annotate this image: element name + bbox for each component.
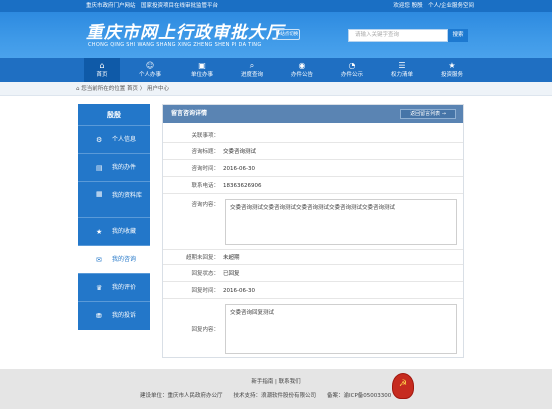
site-footer: 新手指南 | 联系我们 建设单位：重庆市人民政府办公厅 技术支持：浪潮软件股份有… bbox=[0, 369, 552, 409]
announcement-icon: ◉ bbox=[298, 61, 306, 70]
chat-icon: ◔ bbox=[348, 61, 356, 70]
field-label: 关联事项： bbox=[191, 133, 219, 139]
party-emblem-icon[interactable]: ☭ bbox=[392, 373, 414, 399]
top-bar: 重庆市政府门户网站 国家投资项目在线审批监管平台 欢迎您 殷殷 个人/企业服务空… bbox=[0, 0, 552, 12]
sidebar-username: 殷殷 bbox=[78, 104, 150, 126]
document-icon: ▤ bbox=[96, 164, 103, 172]
sidebar-item-personal-info[interactable]: ⚙ 个人信息 bbox=[78, 126, 150, 154]
top-links[interactable]: 重庆市政府门户网站 国家投资项目在线审批监管平台 bbox=[86, 0, 218, 12]
sidebar-item-my-library[interactable]: ▦ 我的资料库 bbox=[78, 182, 150, 218]
field-value: 18363626906 bbox=[223, 183, 262, 189]
folder-icon: ▦ bbox=[96, 190, 103, 198]
field-subject: 咨询标题： 交委咨询测试 bbox=[163, 145, 463, 160]
star-icon: ★ bbox=[448, 61, 456, 70]
nav-item-home[interactable]: ⌂ 首页 bbox=[84, 58, 120, 82]
consult-content-textarea[interactable]: 交委咨询测试交委咨询测试交委咨询测试交委咨询测试交委咨询测试 bbox=[225, 199, 457, 245]
field-value: 2016-06-30 bbox=[223, 166, 255, 172]
sidebar-item-label: 个人信息 bbox=[112, 136, 137, 143]
field-value: 已回复 bbox=[223, 271, 240, 277]
nav-label: 首页 bbox=[96, 72, 108, 78]
sidebar-item-label: 我的收藏 bbox=[112, 228, 137, 235]
footer-links[interactable]: 新手指南 | 联系我们 bbox=[0, 377, 552, 385]
user-welcome[interactable]: 欢迎您 殷殷 个人/企业服务空间 bbox=[393, 0, 474, 12]
sidebar-item-label: 我的评价 bbox=[112, 284, 137, 291]
nav-item-progress[interactable]: ⌕ 进度查询 bbox=[234, 58, 270, 82]
home-icon: ⌂ bbox=[76, 86, 80, 92]
field-consult-content: 咨询内容： 交委咨询测试交委咨询测试交委咨询测试交委咨询测试交委咨询测试 bbox=[163, 196, 463, 250]
site-title[interactable]: 重庆市网上行政审批大厅 bbox=[86, 18, 284, 43]
field-label: 咨询标题： bbox=[191, 149, 219, 155]
trophy-icon: ♛ bbox=[96, 284, 103, 292]
sidebar-item-my-consult[interactable]: ✉ 我的咨询 bbox=[78, 246, 150, 274]
nav-label: 个人办事 bbox=[138, 72, 161, 78]
list-icon: ☰ bbox=[398, 61, 406, 70]
nav-label: 单位办事 bbox=[190, 72, 213, 78]
field-value: 未超期 bbox=[223, 255, 240, 261]
search-input[interactable]: 请输入关键字查询 bbox=[348, 29, 448, 42]
home-icon: ⌂ bbox=[99, 61, 105, 70]
nav-item-announcement[interactable]: ◉ 办件公告 bbox=[284, 58, 320, 82]
breadcrumb-prefix: 您当前所在的位置 bbox=[81, 86, 126, 92]
footer-info: 建设单位：重庆市人民政府办公厅 技术支持：浪潮软件股份有限公司 备案：渝ICP备… bbox=[140, 393, 392, 399]
user-sidebar: 殷殷 ⚙ 个人信息 ▤ 我的办件 ▦ 我的资料库 ★ 我的收藏 ✉ 我的咨询 ♛… bbox=[78, 104, 150, 330]
field-label: 回复状态： bbox=[191, 271, 219, 277]
nav-label: 办件公示 bbox=[340, 72, 363, 78]
complaint-icon: ⛃ bbox=[96, 312, 102, 320]
briefcase-icon: ▣ bbox=[198, 61, 206, 70]
nav-item-investment[interactable]: ★ 投资服务 bbox=[434, 58, 470, 82]
nav-label: 进度查询 bbox=[240, 72, 263, 78]
star-icon: ★ bbox=[96, 228, 103, 236]
sidebar-item-my-reviews[interactable]: ♛ 我的评价 bbox=[78, 274, 150, 302]
person-icon: ☺ bbox=[145, 61, 155, 70]
field-reply-time: 回复时间： 2016-06-30 bbox=[163, 284, 463, 299]
sidebar-item-label: 我的咨询 bbox=[112, 256, 137, 263]
sidebar-item-label: 我的办件 bbox=[112, 164, 137, 171]
field-consult-time: 咨询时间： 2016-06-30 bbox=[163, 162, 463, 177]
field-related-item: 关联事项： bbox=[163, 129, 463, 143]
field-reply-content: 回复内容： 交委咨询回复测试 bbox=[163, 301, 463, 357]
field-label: 回复内容： bbox=[191, 327, 219, 333]
nav-item-enterprise[interactable]: ▣ 单位办事 bbox=[184, 58, 220, 82]
consult-detail-panel: 留言咨询详情 返回留言列表 → 关联事项： 咨询标题： 交委咨询测试 咨询时间：… bbox=[162, 104, 464, 358]
site-banner: 重庆市网上行政审批大厅 CHONG QING SHI WANG SHANG XI… bbox=[0, 12, 552, 58]
breadcrumb: ⌂ 您当前所在的位置 首页 〉 用户中心 bbox=[76, 82, 169, 96]
field-label: 联系电话： bbox=[191, 183, 219, 189]
field-reply-status: 回复状态： 已回复 bbox=[163, 267, 463, 282]
sidebar-item-my-cases[interactable]: ▤ 我的办件 bbox=[78, 154, 150, 182]
search-icon: ⌕ bbox=[249, 61, 255, 70]
site-subtitle: CHONG QING SHI WANG SHANG XING ZHENG SHE… bbox=[88, 42, 262, 48]
field-label: 回复时间： bbox=[191, 288, 219, 294]
field-label: 咨询内容： bbox=[191, 202, 219, 208]
breadcrumb-path[interactable]: 首页 〉 用户中心 bbox=[127, 86, 169, 92]
nav-label: 办件公告 bbox=[290, 72, 313, 78]
field-label: 超期未回复： bbox=[185, 255, 219, 261]
panel-title: 留言咨询详情 bbox=[171, 110, 208, 117]
nav-label: 投资服务 bbox=[440, 72, 463, 78]
site-switch-button[interactable]: ⌖站点切换 bbox=[276, 29, 300, 40]
sidebar-item-favorites[interactable]: ★ 我的收藏 bbox=[78, 218, 150, 246]
main-nav: ⌂ 首页 ☺ 个人办事 ▣ 单位办事 ⌕ 进度查询 ◉ 办件公告 ◔ 办件公示 … bbox=[0, 58, 552, 82]
reply-content-textarea[interactable]: 交委咨询回复测试 bbox=[225, 304, 457, 354]
breadcrumb-bar: ⌂ 您当前所在的位置 首页 〉 用户中心 bbox=[0, 82, 552, 96]
panel-header: 留言咨询详情 返回留言列表 → bbox=[163, 105, 463, 123]
field-label: 咨询时间： bbox=[191, 166, 219, 172]
nav-item-publicity[interactable]: ◔ 办件公示 bbox=[334, 58, 370, 82]
nav-item-power-list[interactable]: ☰ 权力清单 bbox=[384, 58, 420, 82]
search-button[interactable]: 搜索 bbox=[448, 29, 468, 42]
nav-label: 权力清单 bbox=[390, 72, 413, 78]
nav-item-personal[interactable]: ☺ 个人办事 bbox=[132, 58, 168, 82]
sidebar-item-label: 我的资料库 bbox=[112, 192, 143, 199]
field-overdue: 超期未回复： 未超期 bbox=[163, 251, 463, 265]
field-value: 交委咨询测试 bbox=[223, 149, 257, 155]
gear-icon: ⚙ bbox=[96, 136, 103, 144]
sidebar-item-label: 我的投诉 bbox=[112, 312, 137, 319]
field-value: 2016-06-30 bbox=[223, 288, 255, 294]
sidebar-item-my-complaints[interactable]: ⛃ 我的投诉 bbox=[78, 302, 150, 330]
back-to-list-button[interactable]: 返回留言列表 → bbox=[400, 109, 456, 119]
field-phone: 联系电话： 18363626906 bbox=[163, 179, 463, 194]
chat-icon: ✉ bbox=[96, 256, 102, 264]
